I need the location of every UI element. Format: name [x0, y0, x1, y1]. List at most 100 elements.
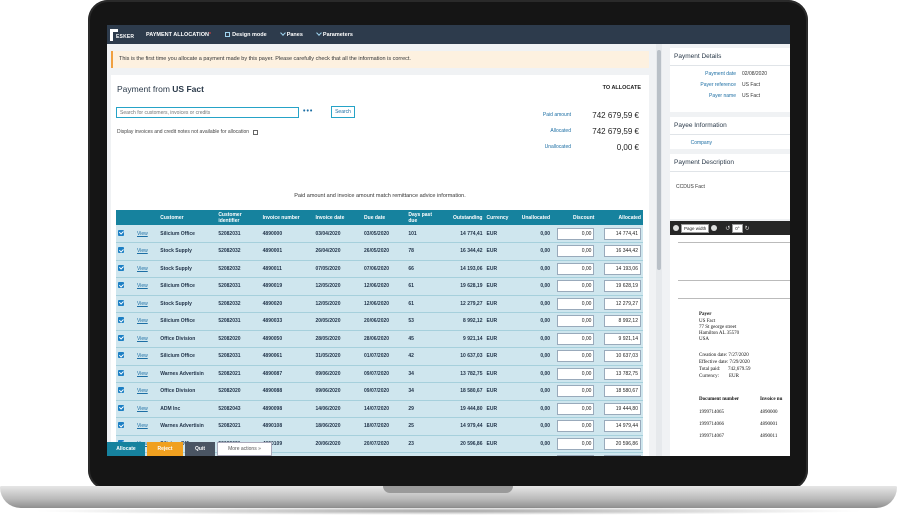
allocated-input[interactable]: 10 637,03: [604, 350, 641, 363]
view-link[interactable]: View: [135, 242, 159, 261]
allocated-input[interactable]: 14 774,41: [604, 227, 641, 240]
outstanding-cell: 16 344,42: [440, 242, 485, 261]
col-customer[interactable]: Customer: [158, 210, 217, 225]
row-checkbox[interactable]: [118, 369, 124, 376]
view-link[interactable]: View: [135, 400, 159, 418]
discount-input[interactable]: 0,00: [557, 245, 595, 258]
main-scrollbar[interactable]: [656, 44, 662, 456]
more-actions-button[interactable]: More actions »: [217, 442, 272, 456]
view-link[interactable]: View: [135, 277, 159, 296]
col-invoice-number[interactable]: Invoice number: [260, 210, 314, 225]
view-link[interactable]: View: [135, 225, 159, 243]
discount-input[interactable]: 0,00: [557, 262, 595, 275]
row-checkbox[interactable]: [118, 334, 124, 341]
view-link[interactable]: View: [135, 347, 159, 366]
allocated-input[interactable]: 8 992,12: [604, 315, 641, 328]
rotate-left-icon[interactable]: ↺: [725, 225, 730, 232]
allocated-input[interactable]: 13 782,75: [604, 367, 641, 380]
discount-input[interactable]: 0,00: [557, 402, 595, 415]
col-customer-id[interactable]: Customer identifier: [216, 210, 261, 225]
row-checkbox[interactable]: [118, 282, 124, 289]
allocated-input[interactable]: 18 580,67: [604, 385, 641, 398]
row-checkbox[interactable]: [118, 299, 124, 306]
view-link[interactable]: View: [135, 365, 159, 383]
top-bar: ESKER PAYMENT ALLOCATION° Design mode Pa…: [107, 25, 790, 44]
row-checkbox[interactable]: [118, 404, 124, 411]
table-row[interactable]: View Stock Supply 52082032 4890020 12/05/202…: [116, 295, 643, 313]
zoom-out-icon[interactable]: [673, 225, 679, 231]
zoom-in-icon[interactable]: [711, 225, 718, 231]
discount-input[interactable]: 0,00: [557, 315, 595, 328]
quit-button[interactable]: Quit: [185, 442, 215, 456]
view-link[interactable]: View: [135, 312, 159, 331]
table-row[interactable]: View Warnes Advertisin 52082021 4890108 18/0…: [116, 417, 643, 436]
row-checkbox[interactable]: [118, 317, 124, 324]
discount-input[interactable]: 0,00: [557, 420, 595, 433]
table-row[interactable]: View Silicium Office 52082031 4890033 20/05/…: [116, 312, 643, 331]
currency-cell: EUR: [484, 347, 517, 366]
row-checkbox[interactable]: [118, 247, 124, 254]
search-button[interactable]: Search: [331, 106, 355, 118]
discount-input[interactable]: 0,00: [557, 367, 595, 380]
allocated-input-cell: 14 774,41: [596, 225, 643, 243]
table-row[interactable]: View Warnes Advertisin 52082021 4890087 09/0…: [116, 365, 643, 383]
rotation-select[interactable]: 0°: [732, 223, 743, 233]
table-row[interactable]: View Stock Supply 52082032 4890001 26/04/202…: [116, 242, 643, 261]
reject-button[interactable]: Reject: [147, 442, 183, 456]
table-row[interactable]: View Silicium Office 52082031 4890019 12/05/…: [116, 277, 643, 296]
checkbox-cell: [116, 277, 135, 296]
table-row[interactable]: View ADM Inc 52082043 4890098 14/06/2020 14/0…: [116, 400, 643, 418]
page-fit-select[interactable]: Page width: [681, 223, 710, 233]
rotate-right-icon[interactable]: ↻: [745, 225, 750, 232]
view-link[interactable]: View: [135, 417, 159, 436]
discount-input[interactable]: 0,00: [557, 332, 595, 345]
allocated-input[interactable]: 12 279,27: [604, 297, 641, 310]
allocated-input[interactable]: 16 344,42: [604, 245, 641, 258]
table-row[interactable]: View Stock Supply 52082032 4890011 07/05/202…: [116, 260, 643, 278]
discount-input[interactable]: 0,00: [557, 297, 595, 310]
col-discount[interactable]: Discount: [552, 210, 597, 225]
table-row[interactable]: View Office Division 52082020 4890050 28/05/…: [116, 330, 643, 348]
col-due-date[interactable]: Due date: [362, 210, 407, 225]
allocated-input[interactable]: 19 628,19: [604, 280, 641, 293]
row-checkbox[interactable]: [118, 387, 124, 394]
col-unallocated[interactable]: Unallocated: [516, 210, 553, 225]
table-row[interactable]: View Office Division 52082020 4890088 09/06/…: [116, 382, 643, 401]
table-row[interactable]: View Silicium Office 52082031 4890000 03/04/…: [116, 225, 643, 243]
view-link[interactable]: View: [135, 330, 159, 348]
payment-date: 02/08/2020: [742, 71, 768, 77]
view-link[interactable]: View: [135, 260, 159, 278]
allocated-input[interactable]: 14 193,06: [604, 262, 641, 275]
col-outstanding[interactable]: Outstanding: [440, 210, 485, 225]
col-allocated[interactable]: Allocated: [596, 210, 643, 225]
days-past-due-cell: 61: [406, 295, 441, 313]
search-input[interactable]: [116, 107, 299, 118]
esker-logo: ESKER: [110, 28, 134, 41]
menu-panes[interactable]: Panes: [279, 30, 303, 38]
payer-reference: US Fact: [742, 82, 761, 88]
row-checkbox[interactable]: [118, 422, 124, 429]
view-link[interactable]: View: [135, 295, 159, 313]
discount-input[interactable]: 0,00: [557, 350, 595, 363]
allocated-input[interactable]: 19 444,80: [604, 402, 641, 415]
menu-design-mode[interactable]: Design mode: [225, 32, 267, 38]
view-link[interactable]: View: [135, 382, 159, 401]
table-row[interactable]: View Silicium Office 52082031 4890061 31/05/…: [116, 347, 643, 366]
show-unavailable-toggle[interactable]: Display invoices and credit notes not av…: [117, 129, 259, 135]
checkbox[interactable]: [253, 129, 259, 135]
row-checkbox[interactable]: [118, 229, 124, 236]
allocated-input[interactable]: 14 979,44: [604, 420, 641, 433]
checkbox-cell: [116, 347, 135, 366]
allocate-button[interactable]: Allocate: [107, 442, 145, 456]
col-invoice-date[interactable]: Invoice date: [313, 210, 363, 225]
discount-input[interactable]: 0,00: [557, 280, 595, 293]
more-options-icon[interactable]: •••: [303, 108, 313, 115]
row-checkbox[interactable]: [118, 264, 124, 271]
row-checkbox[interactable]: [118, 352, 124, 359]
col-currency[interactable]: Currency: [484, 210, 517, 225]
discount-input[interactable]: 0,00: [557, 385, 595, 398]
discount-input[interactable]: 0,00: [557, 227, 595, 240]
col-days-past-due[interactable]: Days past due: [406, 210, 441, 225]
allocated-input[interactable]: 9 921,14: [604, 332, 641, 345]
menu-parameters[interactable]: Parameters: [316, 30, 353, 38]
